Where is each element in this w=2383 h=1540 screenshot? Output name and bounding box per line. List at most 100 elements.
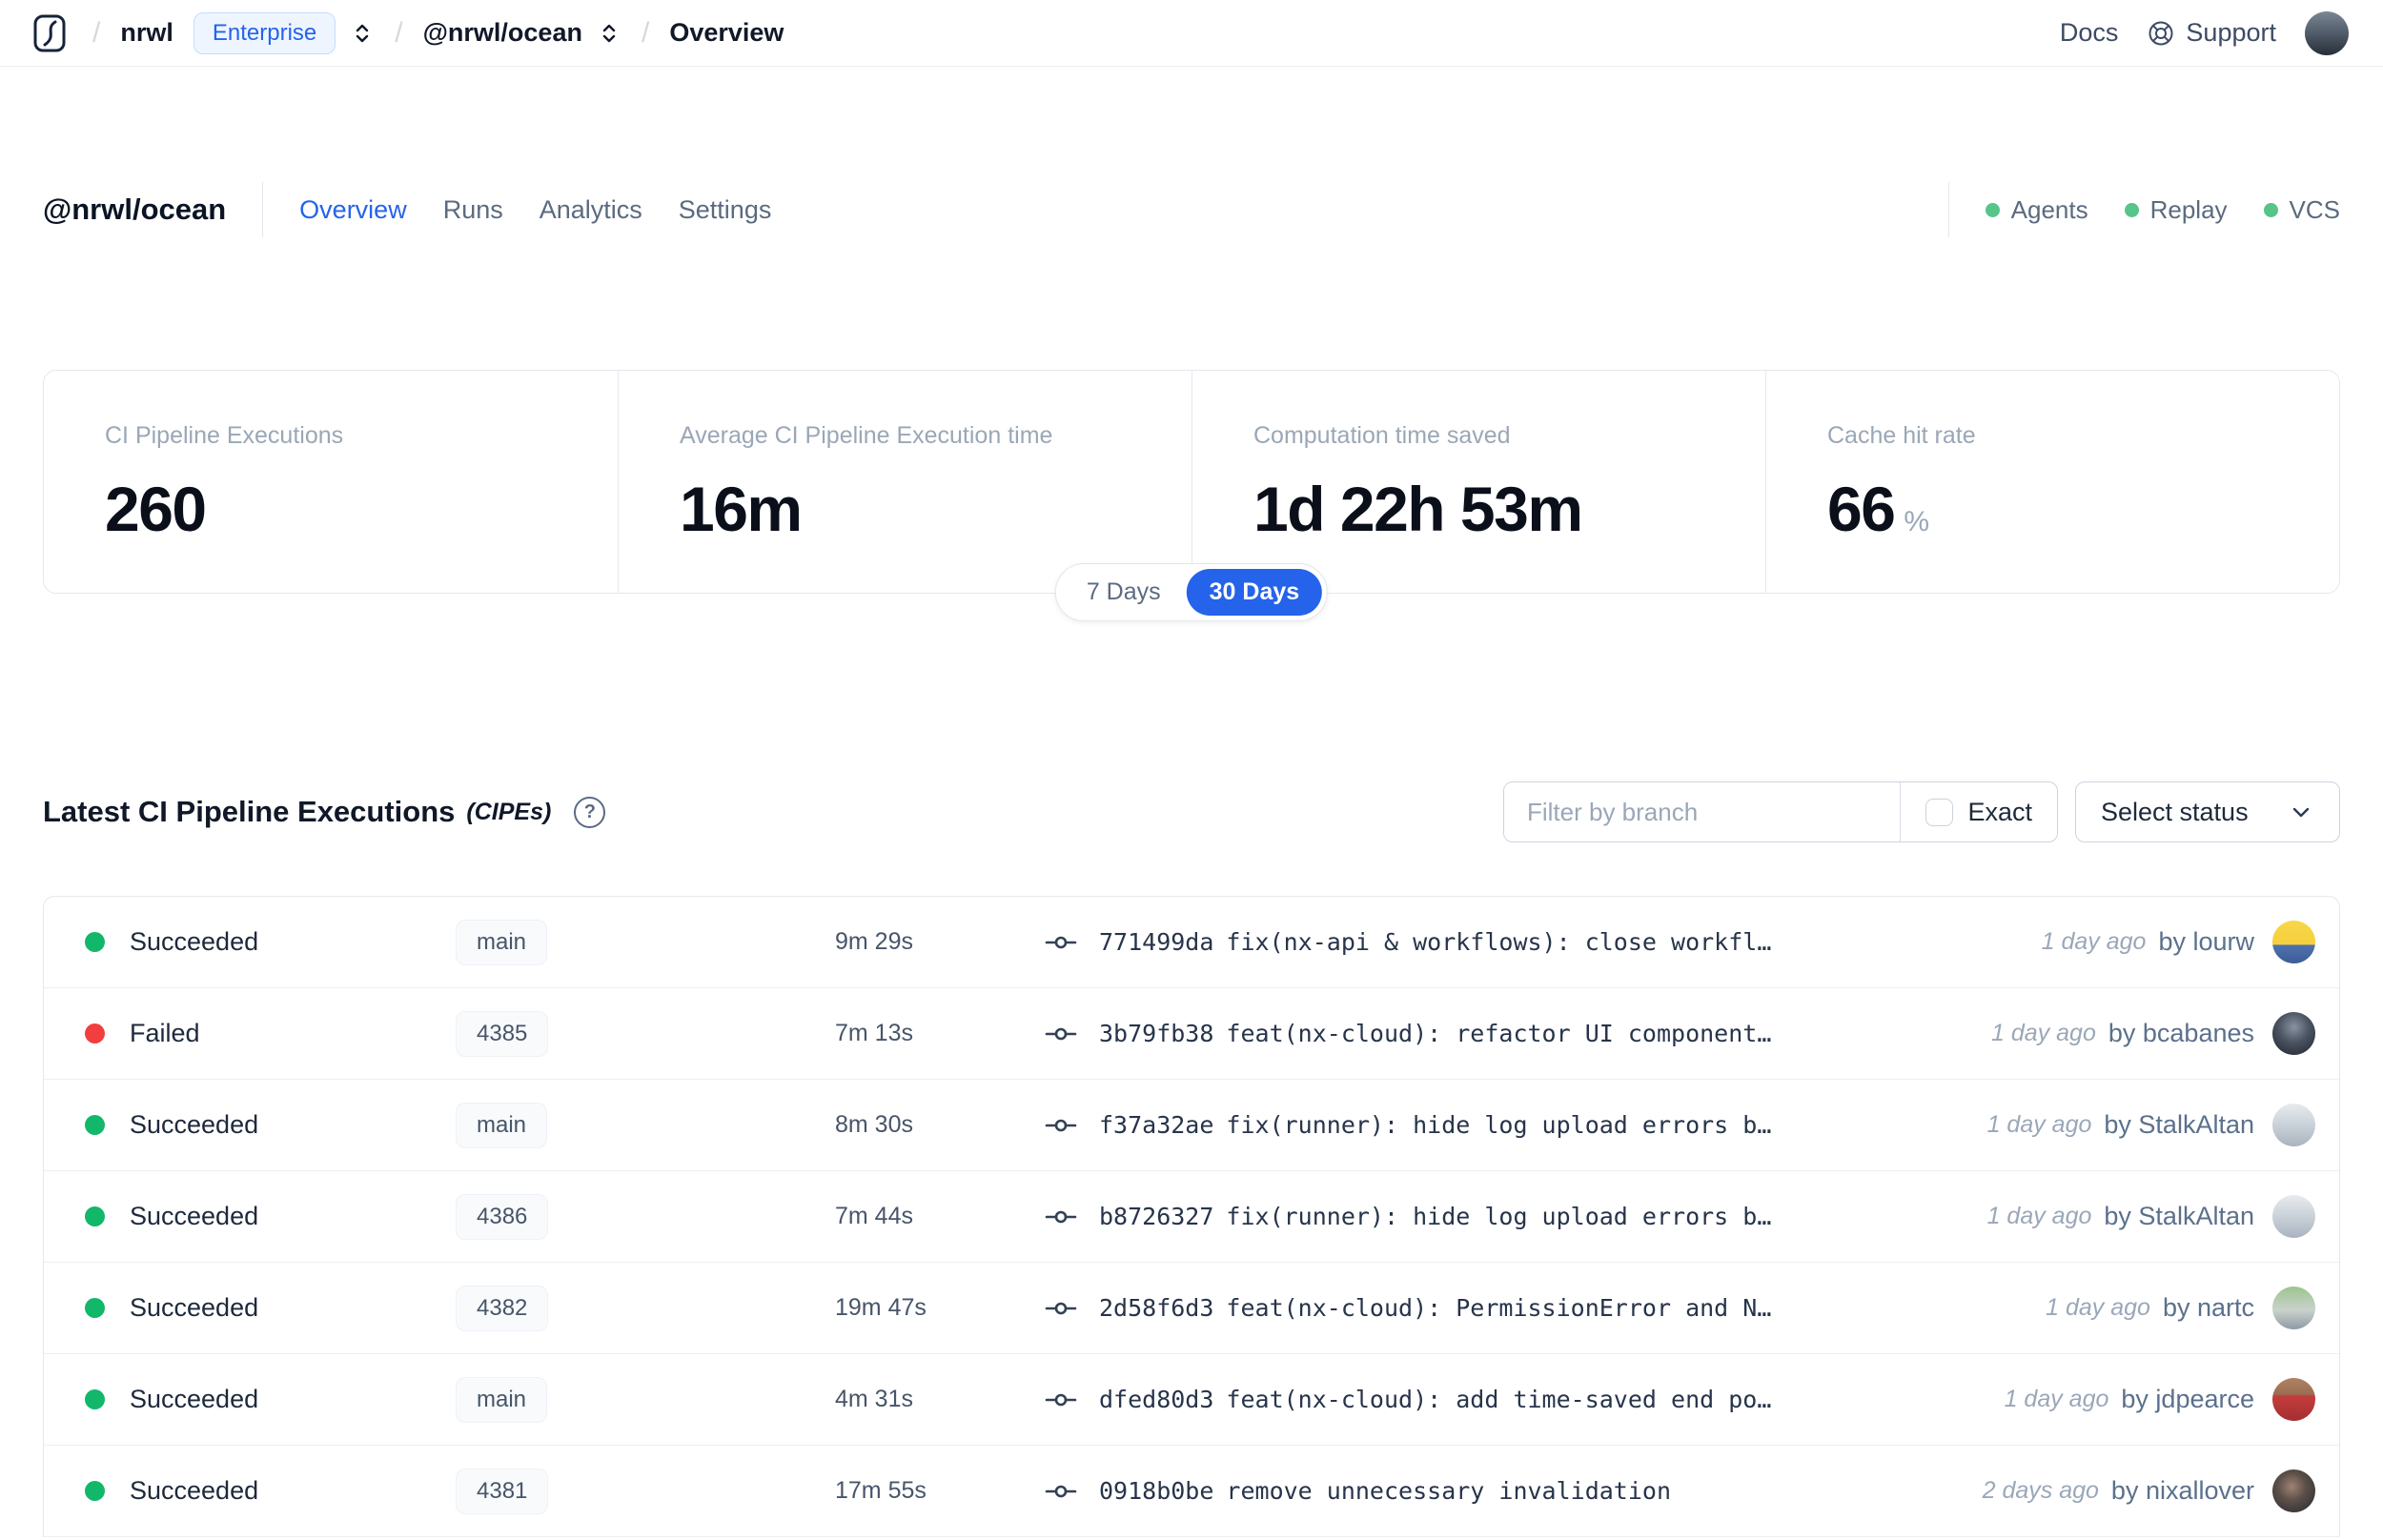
author: by nixallover: [2110, 1476, 2254, 1505]
status-dot: [85, 1298, 105, 1318]
author: by StalkAltan: [2104, 1110, 2254, 1139]
author-avatar[interactable]: [2272, 1104, 2315, 1146]
commit-cell[interactable]: 0918b0be remove unnecessary invalidation: [1045, 1475, 1671, 1508]
branch-badge[interactable]: main: [456, 1376, 548, 1423]
duration-cell: 4m 31s: [835, 1386, 913, 1412]
table-row[interactable]: Succeeded 4386 7m 44s b8726327 fix(runne…: [44, 1171, 2339, 1263]
nx-cloud-logo-icon[interactable]: [31, 12, 72, 54]
git-commit-icon: [1045, 1485, 1077, 1497]
workspace-switcher-chevrons-icon[interactable]: [597, 21, 621, 46]
commit-hash: f37a32ae: [1099, 1111, 1214, 1139]
duration-cell: 8m 30s: [835, 1111, 913, 1138]
author-avatar[interactable]: [2272, 1378, 2315, 1421]
branch-cell: main: [456, 919, 835, 965]
feature-replay: Replay: [2124, 195, 2228, 225]
commit-message: feat(nx-cloud): PermissionError and N…: [1226, 1294, 1772, 1322]
commit-hash: 0918b0be: [1099, 1477, 1214, 1505]
commit-cell[interactable]: b8726327 fix(runner): hide log upload er…: [1045, 1201, 1771, 1233]
author-avatar[interactable]: [2272, 1287, 2315, 1329]
exact-toggle[interactable]: Exact: [1901, 782, 2057, 841]
stat-average-execution-time: Average CI Pipeline Execution time 16m: [618, 371, 1192, 593]
commit-hash: b8726327: [1099, 1203, 1214, 1230]
user-avatar[interactable]: [2305, 10, 2349, 55]
branch-badge[interactable]: main: [456, 919, 548, 965]
author-avatar[interactable]: [2272, 1195, 2315, 1238]
breadcrumb-org[interactable]: nrwl: [120, 18, 173, 48]
commit-cell[interactable]: 3b79fb38 feat(nx-cloud): refactor UI com…: [1045, 1018, 1771, 1050]
range-7-days-button[interactable]: 7 Days: [1061, 569, 1187, 616]
author: by StalkAltan: [2104, 1202, 2254, 1230]
author: by nartc: [2162, 1293, 2254, 1322]
exact-checkbox[interactable]: [1925, 798, 1954, 826]
stat-label: CI Pipeline Executions: [105, 422, 344, 449]
stat-computation-time-saved: Computation time saved 1d 22h 53m: [1192, 371, 1765, 593]
date-range-toggle: 7 Days 30 Days: [1054, 563, 1329, 621]
tab-analytics[interactable]: Analytics: [540, 195, 642, 225]
commit-cell[interactable]: dfed80d3 feat(nx-cloud): add time-saved …: [1045, 1384, 1771, 1416]
docs-link[interactable]: Docs: [2060, 18, 2119, 48]
table-row[interactable]: Succeeded main 4m 31s dfed80d3 feat(nx-c…: [44, 1354, 2339, 1446]
author-avatar[interactable]: [2272, 1012, 2315, 1055]
chevron-down-icon: [2292, 807, 2310, 818]
feature-status-dot: [2263, 202, 2278, 217]
tab-runs[interactable]: Runs: [443, 195, 503, 225]
branch-badge[interactable]: 4382: [456, 1285, 549, 1331]
time-ago: 1 day ago: [2046, 1294, 2150, 1321]
divider: [262, 182, 264, 237]
status-select-dropdown[interactable]: Select status: [2075, 781, 2340, 842]
cipe-section-subtitle: (CIPEs): [466, 798, 552, 825]
status-dot: [85, 1481, 105, 1501]
branch-badge[interactable]: main: [456, 1102, 548, 1148]
commit-hash: 771499da: [1099, 928, 1214, 956]
cipe-table: Succeeded main 9m 29s 771499da fix(nx-ap…: [43, 896, 2340, 1537]
status-label: Succeeded: [130, 1476, 259, 1505]
author-avatar[interactable]: [2272, 1469, 2315, 1512]
branch-badge[interactable]: 4386: [456, 1193, 549, 1240]
top-navbar: / nrwl Enterprise / @nrwl/ocean / Overvi…: [0, 0, 2383, 67]
breadcrumb-workspace[interactable]: @nrwl/ocean: [423, 18, 582, 48]
org-switcher-chevrons-icon[interactable]: [350, 21, 375, 46]
meta-cell: 1 day ago by StalkAltan: [1987, 1195, 2315, 1238]
git-commit-icon: [1045, 936, 1077, 948]
feature-statuses: Agents Replay VCS: [1985, 195, 2340, 225]
branch-badge[interactable]: 4385: [456, 1010, 549, 1057]
branch-filter-input[interactable]: [1504, 782, 1901, 841]
table-row[interactable]: Succeeded 4381 17m 55s 0918b0be remove u…: [44, 1446, 2339, 1537]
divider: [1947, 182, 1949, 237]
table-row[interactable]: Failed 4385 7m 13s 3b79fb38 feat(nx-clou…: [44, 988, 2339, 1080]
status-dot: [85, 1389, 105, 1409]
table-row[interactable]: Succeeded 4382 19m 47s 2d58f6d3 feat(nx-…: [44, 1263, 2339, 1354]
commit-cell[interactable]: f37a32ae fix(runner): hide log upload er…: [1045, 1109, 1771, 1142]
stat-label: Average CI Pipeline Execution time: [680, 422, 1053, 449]
author-avatar[interactable]: [2272, 921, 2315, 963]
range-30-days-button[interactable]: 30 Days: [1186, 569, 1323, 616]
stats-section: CI Pipeline Executions 260 Average CI Pi…: [43, 370, 2340, 621]
tab-settings[interactable]: Settings: [679, 195, 772, 225]
commit-cell[interactable]: 2d58f6d3 feat(nx-cloud): PermissionError…: [1045, 1292, 1771, 1325]
stat-value: 260: [105, 474, 207, 544]
status-cell: Succeeded: [85, 927, 456, 957]
support-link[interactable]: Support: [2147, 18, 2276, 48]
branch-cell: 4381: [456, 1468, 835, 1514]
feature-status-dot: [2124, 202, 2139, 217]
help-icon[interactable]: ?: [574, 796, 606, 828]
navbar-actions: Docs Support: [2060, 10, 2349, 55]
stat-label: Computation time saved: [1253, 422, 1511, 449]
status-select-label: Select status: [2101, 797, 2249, 826]
table-row[interactable]: Succeeded main 8m 30s f37a32ae fix(runne…: [44, 1080, 2339, 1171]
branch-badge[interactable]: 4381: [456, 1468, 549, 1514]
stat-value: 16m: [680, 474, 803, 544]
breadcrumb-page: Overview: [669, 18, 784, 47]
commit-cell[interactable]: 771499da fix(nx-api & workflows): close …: [1045, 926, 1771, 959]
enterprise-badge: Enterprise: [193, 11, 336, 54]
tab-overview[interactable]: Overview: [299, 195, 407, 225]
support-label: Support: [2186, 18, 2276, 47]
cipe-filters: Exact Select status: [1503, 781, 2340, 842]
commit-message: remove unnecessary invalidation: [1226, 1477, 1672, 1505]
lifebuoy-icon: [2149, 21, 2173, 45]
table-row[interactable]: Succeeded main 9m 29s 771499da fix(nx-ap…: [44, 897, 2339, 988]
breadcrumb-separator: /: [641, 16, 650, 49]
stat-value: 1d 22h 53m: [1253, 474, 1583, 544]
commit-message: fix(nx-api & workflows): close workfl…: [1226, 928, 1772, 956]
status-cell: Succeeded: [85, 1293, 456, 1323]
